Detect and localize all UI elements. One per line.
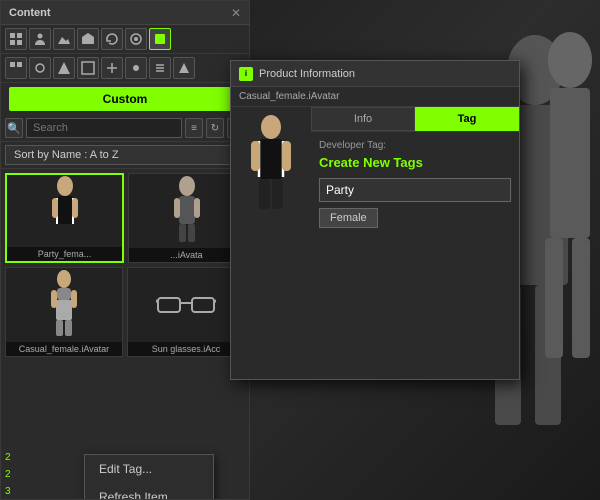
sort-select[interactable]: Sort by Name : A to Z Sort by Name : Z t… bbox=[5, 145, 245, 165]
search-row: 🔍 ≡ ↻ ▼ bbox=[1, 115, 249, 142]
grid-cell-avatar2[interactable]: ...iAvata bbox=[128, 173, 245, 263]
icon-person[interactable] bbox=[29, 28, 51, 50]
casual-female-img bbox=[6, 268, 122, 342]
avatar2-img bbox=[129, 174, 244, 248]
icon-circle[interactable] bbox=[125, 28, 147, 50]
icon-rotate[interactable] bbox=[101, 28, 123, 50]
icon-small-2[interactable] bbox=[29, 57, 51, 79]
modal-header: i Product Information bbox=[231, 61, 519, 87]
tab-tag[interactable]: Tag bbox=[415, 107, 519, 131]
tag-input[interactable] bbox=[319, 178, 511, 202]
modal-body: Info Tag Developer Tag: Create New Tags … bbox=[231, 107, 519, 369]
cell-label-sunglasses: Sun glasses.iAcc bbox=[128, 342, 244, 356]
modal-tabs: Info Tag bbox=[311, 107, 519, 132]
context-menu: Edit Tag... Refresh Item bbox=[84, 454, 214, 499]
context-refresh-item[interactable]: Refresh Item bbox=[85, 483, 213, 499]
refresh-btn[interactable]: ↻ bbox=[206, 118, 224, 138]
icon-grid[interactable] bbox=[5, 28, 27, 50]
context-edit-tag[interactable]: Edit Tag... bbox=[85, 455, 213, 483]
sunglasses-img bbox=[128, 268, 244, 342]
icon-small-4[interactable] bbox=[77, 57, 99, 79]
modal-title: Product Information bbox=[259, 68, 355, 80]
icon-landscape[interactable] bbox=[53, 28, 75, 50]
avatar-party-female-img bbox=[7, 175, 122, 247]
tag-badge-female[interactable]: Female bbox=[319, 208, 378, 228]
cell-label-party: Party_fema... bbox=[7, 247, 122, 261]
icon-small-1[interactable] bbox=[5, 57, 27, 79]
icon-box[interactable] bbox=[77, 28, 99, 50]
content-panel-header: Content ✕ bbox=[1, 1, 249, 25]
filter-btn[interactable]: ≡ bbox=[185, 118, 203, 138]
grid-area: Party_fema... ...iAvata bbox=[1, 169, 249, 499]
grid-cell-sunglasses[interactable]: Sun glasses.iAcc bbox=[127, 267, 245, 357]
cell-label-casual: Casual_female.iAvatar bbox=[6, 342, 122, 356]
toolbar-row-1 bbox=[1, 25, 249, 54]
modal-avatar-preview bbox=[231, 107, 311, 369]
cell-label-iavata: ...iAvata bbox=[129, 248, 244, 262]
content-panel-title: Content bbox=[9, 7, 51, 19]
custom-button[interactable]: Custom bbox=[9, 87, 241, 111]
product-info-modal: i Product Information Casual_female.iAva… bbox=[230, 60, 520, 380]
icon-active[interactable] bbox=[149, 28, 171, 50]
content-close-btn[interactable]: ✕ bbox=[231, 6, 241, 20]
icon-small-5[interactable] bbox=[101, 57, 123, 79]
modal-icon: i bbox=[239, 67, 253, 81]
left-num-1: 2 bbox=[1, 450, 15, 465]
left-num-3: 3 bbox=[1, 484, 15, 499]
left-num-2: 2 bbox=[1, 467, 15, 482]
icon-small-3[interactable] bbox=[53, 57, 75, 79]
grid-cell-party-female[interactable]: Party_fema... bbox=[5, 173, 124, 263]
tab-info[interactable]: Info bbox=[311, 107, 415, 131]
developer-tag-label: Developer Tag: bbox=[319, 140, 511, 151]
icon-small-8[interactable] bbox=[173, 57, 195, 79]
icon-small-6[interactable] bbox=[125, 57, 147, 79]
create-tags-title: Create New Tags bbox=[319, 155, 511, 170]
search-icon-btn[interactable]: 🔍 bbox=[5, 118, 23, 138]
grid-row-1: Party_fema... ...iAvata bbox=[5, 173, 245, 263]
grid-row-2: Casual_female.iAvatar Sun glasses.iAcc bbox=[5, 267, 245, 357]
modal-right-panel: Info Tag Developer Tag: Create New Tags … bbox=[311, 107, 519, 369]
modal-subtitle: Casual_female.iAvatar bbox=[231, 87, 519, 107]
icon-small-7[interactable] bbox=[149, 57, 171, 79]
content-panel: Content ✕ bbox=[0, 0, 250, 500]
search-input[interactable] bbox=[26, 118, 182, 138]
left-numbers: 2 2 3 bbox=[1, 450, 15, 499]
sort-row: Sort by Name : A to Z Sort by Name : Z t… bbox=[1, 142, 249, 169]
tab-tag-content: Developer Tag: Create New Tags Female bbox=[311, 132, 519, 369]
grid-cell-casual-female[interactable]: Casual_female.iAvatar bbox=[5, 267, 123, 357]
toolbar-row-2 bbox=[1, 54, 249, 83]
